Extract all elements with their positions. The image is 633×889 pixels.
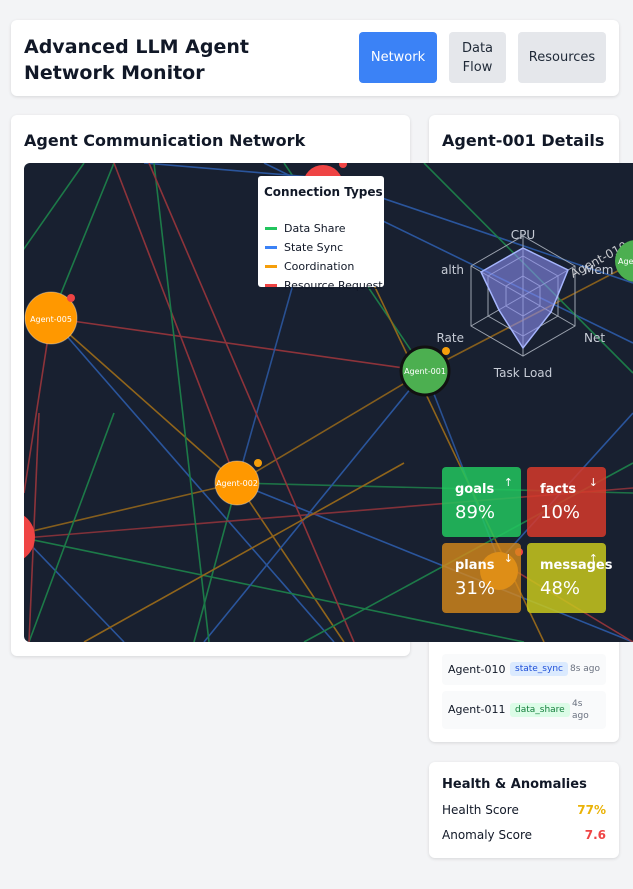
metric-name: plans [455,558,495,573]
metric-facts[interactable]: facts 10% ↓ [527,467,606,537]
metric-name: messages [540,558,613,573]
agent-node-001[interactable]: Agent-001 [399,345,451,397]
resource-radar-chart: Agent-010 [470,235,630,357]
health-score-label: Health Score [442,803,519,817]
network-panel-title: Agent Communication Network [24,131,306,150]
message-time: 4s ago [572,699,589,721]
metric-value: 10% [540,502,581,523]
message-type-badge: state_sync [510,662,568,676]
agent-details-title: Agent-001 Details [442,131,605,150]
anomaly-score-value: 7.6 [584,828,606,842]
agent-status-dot [442,347,450,355]
header-bar: Advanced LLM Agent Network Monitor Netwo… [11,20,619,96]
message-agent: Agent-010 [448,663,506,676]
legend-item-state-sync: State Sync [265,240,343,254]
trend-up-icon: ↑ [588,552,598,565]
legend-item-resource-request: Resource Request [265,278,383,292]
radar-axis-label: CPU [511,228,535,242]
legend-swatch [265,264,277,268]
radar-axis-label: Mem [584,263,613,277]
health-panel-title: Health & Anomalies [442,777,587,792]
legend-label: Resource Request [284,278,383,292]
radar-axis-label: Rate [436,331,464,345]
metric-name: goals [455,482,495,497]
legend-item-coordination: Coordination [265,259,354,273]
resources-view-button[interactable]: Resources [518,32,606,83]
agent-status-dot [67,294,75,302]
trend-down-icon: ↓ [503,552,513,565]
network-graph-canvas[interactable]: Agent-010 CPU Mem Net Task Load Rate alt… [24,163,633,642]
legend-swatch [265,226,277,230]
agent-status-dot [254,459,262,467]
metric-value: 31% [455,578,496,599]
health-score-value: 77% [577,803,606,817]
network-view-button[interactable]: Network [359,32,437,83]
message-row[interactable]: Agent-010 state_sync 8s ago [442,654,606,685]
metric-value: 89% [455,502,496,523]
legend-title: Connection Types [264,185,383,199]
message-time: 8s ago [570,664,601,674]
app-title: Advanced LLM Agent Network Monitor [24,36,249,84]
trend-up-icon: ↑ [503,476,513,489]
agent-node-label: Agent-002 [216,479,258,488]
data-flow-view-button[interactable]: Data Flow [449,32,506,83]
message-type-badge: data_share [510,703,570,717]
agent-node-label: Agent-005 [30,315,72,324]
health-anomalies-panel: Health & Anomalies Health Score 77% Anom… [429,762,619,858]
metric-goals[interactable]: goals 89% ↑ [442,467,521,537]
legend-item-data-share: Data Share [265,221,346,235]
metric-name: facts [540,482,577,497]
metric-messages[interactable]: messages 48% ↑ [527,543,612,613]
radar-axis-label: Net [584,331,605,345]
agent-node-005[interactable]: Agent-005 [24,291,78,345]
radar-axis-label: Task Load [493,366,553,380]
connection-types-legend: Connection Types Data Share State Sync C… [258,176,384,292]
metric-plans[interactable]: plans 31% ↓ [442,543,521,613]
trend-down-icon: ↓ [588,476,598,489]
metric-value: 48% [540,578,581,599]
agent-node-002[interactable]: Agent-002 [214,459,262,506]
radar-axis-label: alth [441,263,464,277]
anomaly-score-label: Anomaly Score [442,828,533,842]
legend-label: State Sync [284,240,344,254]
legend-label: Data Share [284,221,346,235]
legend-label: Coordination [284,259,355,273]
agent-node-label: Agent-001 [404,367,446,376]
message-agent: Agent-011 [448,703,506,716]
message-row[interactable]: Agent-011 data_share 4s ago [442,691,606,729]
legend-swatch [265,245,277,249]
legend-swatch [265,283,277,287]
agent-node-label: Age [618,257,633,266]
